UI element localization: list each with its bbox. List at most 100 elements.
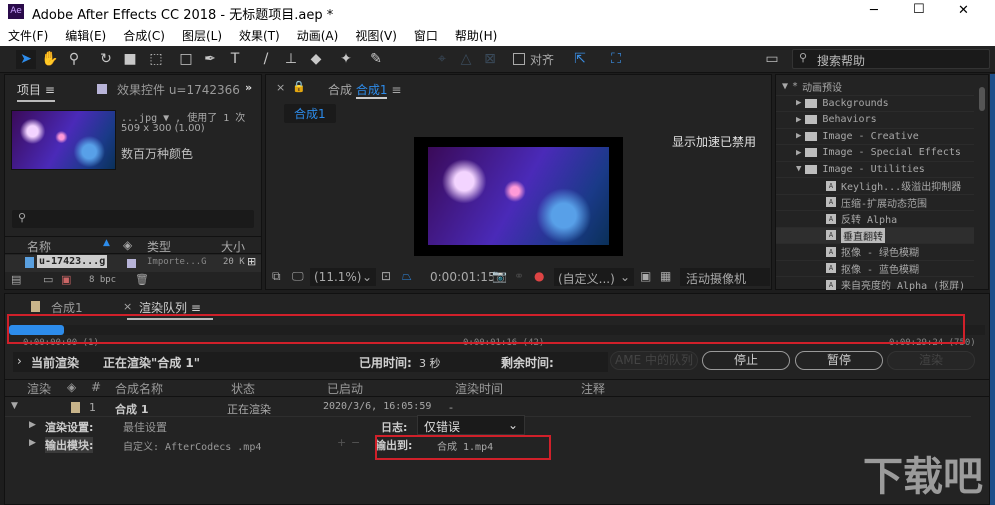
preset-item[interactable]: A 垂直翻转 bbox=[776, 227, 974, 244]
menu-file[interactable]: 文件(F) bbox=[8, 27, 48, 44]
breadcrumb-comp[interactable]: 合成1 bbox=[284, 104, 336, 123]
tab-effect-controls[interactable]: 效果控件 u=1742366 bbox=[117, 81, 240, 98]
minimize-button[interactable]: ─ bbox=[870, 3, 878, 18]
preset-folder[interactable]: ▶ Image - Special Effects bbox=[776, 145, 974, 162]
new-folder-icon[interactable]: ▭ bbox=[43, 273, 53, 286]
expand-icon[interactable]: ▶ bbox=[29, 438, 36, 448]
project-row[interactable]: u-17423...g Importe...G 20 K ⊞ bbox=[5, 255, 261, 272]
clone-stamp-tool-icon[interactable]: ⊥ bbox=[281, 50, 301, 69]
triangle-right-icon[interactable]: ▶ bbox=[796, 98, 801, 108]
preset-folder[interactable]: ▶ Backgrounds bbox=[776, 96, 974, 112]
brush-tool-icon[interactable]: / bbox=[256, 50, 276, 69]
help-search-input[interactable]: ⚲ 搜索帮助 bbox=[792, 49, 990, 69]
zoom-dropdown[interactable]: (11.1%) ⌄ bbox=[310, 268, 376, 286]
log-dropdown[interactable]: 仅错误 ⌄ bbox=[417, 415, 525, 435]
maximize-button[interactable]: ☐ bbox=[913, 2, 925, 17]
rectangle-tool-icon[interactable]: □ bbox=[176, 50, 196, 69]
tab-composition[interactable]: 合成 合成1 ≡ bbox=[328, 81, 401, 99]
panel-menu-icon[interactable]: ≡ bbox=[391, 83, 401, 97]
preset-item[interactable]: A Keyligh...级溢出抑制器 bbox=[776, 178, 974, 195]
expand-icon[interactable]: ▶ bbox=[29, 420, 36, 430]
menu-layer[interactable]: 图层(L) bbox=[182, 27, 222, 44]
preset-item[interactable]: A 反转 Alpha bbox=[776, 211, 974, 228]
monitor-icon[interactable]: 🖵 bbox=[292, 269, 304, 284]
more-panels-icon[interactable]: » bbox=[245, 81, 252, 94]
roto-brush-tool-icon[interactable]: ✦ bbox=[336, 50, 356, 69]
pause-button[interactable]: 暂停 bbox=[795, 351, 883, 370]
expand-icon[interactable]: › bbox=[17, 354, 22, 368]
column-number[interactable]: # bbox=[91, 380, 101, 394]
add-output-module-icon[interactable]: + bbox=[337, 436, 346, 449]
panel-menu-icon[interactable]: ≡ bbox=[45, 83, 55, 97]
item-name[interactable]: ...jpg ▼ , 使用了 1 次 bbox=[121, 109, 245, 124]
collapse-icon[interactable]: ▼ bbox=[11, 401, 18, 411]
eraser-tool-icon[interactable]: ◆ bbox=[306, 50, 326, 69]
output-module-value[interactable]: 自定义: AfterCodecs .mp4 bbox=[123, 438, 261, 453]
close-button[interactable]: ✕ bbox=[958, 3, 969, 18]
ame-queue-button[interactable]: AME 中的队列 bbox=[610, 351, 698, 370]
column-notes[interactable]: 注释 bbox=[581, 380, 605, 397]
snap-icon[interactable]: ⇱ bbox=[570, 50, 590, 69]
project-search-input[interactable]: ⚲ bbox=[12, 210, 254, 228]
column-name[interactable]: 名称 bbox=[27, 238, 51, 255]
column-started[interactable]: 已启动 bbox=[327, 380, 363, 397]
triangle-right-icon[interactable]: ▶ bbox=[796, 115, 801, 125]
text-tool-icon[interactable]: T bbox=[225, 50, 245, 69]
menu-window[interactable]: 窗口 bbox=[414, 27, 438, 44]
column-render[interactable]: 渲染 bbox=[27, 380, 51, 397]
hand-tool-icon[interactable]: ✋ bbox=[40, 50, 60, 69]
column-comp-name[interactable]: 合成名称 bbox=[115, 380, 163, 397]
lock-icon[interactable]: 🔒 bbox=[292, 80, 306, 93]
label-column-icon[interactable]: ◈ bbox=[123, 238, 132, 252]
region-of-interest-icon[interactable]: ⊡ bbox=[381, 269, 391, 283]
preset-root[interactable]: ▼ * 动画预设 bbox=[776, 79, 974, 96]
preset-item[interactable]: A 抠像 - 绿色模糊 bbox=[776, 244, 974, 261]
delete-icon[interactable]: 🗑 bbox=[135, 273, 149, 286]
pen-tool-icon[interactable]: ✒ bbox=[200, 50, 220, 69]
always-preview-icon[interactable]: ⧉ bbox=[272, 269, 281, 284]
transparency-grid-icon[interactable]: ⏢ bbox=[402, 269, 412, 284]
timecode[interactable]: 0:00:01:15 bbox=[430, 270, 496, 284]
snap-options-icon[interactable]: ⛶ bbox=[606, 50, 626, 69]
triangle-right-icon[interactable]: ▶ bbox=[796, 148, 801, 158]
puppet-pin-tool-icon[interactable]: ✎ bbox=[366, 50, 386, 69]
snapshot-icon[interactable]: 📷 bbox=[492, 269, 507, 283]
preset-item[interactable]: A 来自亮度的 Alpha (抠屏) bbox=[776, 277, 974, 294]
workspace-icon[interactable]: ▭ bbox=[762, 50, 782, 69]
new-composition-icon[interactable]: ▣ bbox=[61, 273, 71, 286]
column-status[interactable]: 状态 bbox=[231, 380, 255, 397]
flowchart-icon[interactable]: ⊞ bbox=[247, 255, 256, 268]
render-settings-value[interactable]: 最佳设置 bbox=[123, 419, 167, 435]
interpret-footage-icon[interactable]: ▤ bbox=[11, 273, 21, 286]
menu-animation[interactable]: 动画(A) bbox=[297, 27, 339, 44]
menu-composition[interactable]: 合成(C) bbox=[123, 27, 165, 44]
label-column-icon[interactable]: ◈ bbox=[67, 380, 76, 394]
triangle-down-icon[interactable]: ▼ bbox=[796, 164, 801, 174]
channel-icon[interactable]: ● bbox=[534, 269, 544, 283]
tab-project[interactable]: 项目 ≡ bbox=[17, 81, 55, 102]
close-tab-icon[interactable]: × bbox=[276, 81, 285, 94]
camera-dropdown[interactable]: 活动摄像机 bbox=[680, 268, 770, 286]
pan-behind-tool-icon[interactable]: ⬚ bbox=[146, 50, 166, 69]
preset-item[interactable]: A 压缩-扩展动态范围 bbox=[776, 195, 974, 211]
stop-button[interactable]: 停止 bbox=[702, 351, 790, 370]
resolution-dropdown[interactable]: (自定义...) ⌄ bbox=[554, 268, 634, 286]
preset-folder[interactable]: ▶ Image - Creative bbox=[776, 129, 974, 145]
bit-depth-button[interactable]: 8 bpc bbox=[89, 275, 116, 285]
zoom-tool-icon[interactable]: ⚲ bbox=[64, 50, 84, 69]
camera-tool-icon[interactable]: ■ bbox=[120, 50, 140, 69]
fast-previews-icon[interactable]: ▣ bbox=[640, 269, 651, 283]
triangle-right-icon[interactable]: ▶ bbox=[796, 131, 801, 141]
toggle-transparency-icon[interactable]: ▦ bbox=[660, 269, 671, 283]
column-type[interactable]: 类型 bbox=[147, 238, 171, 255]
render-button[interactable]: 渲染 bbox=[887, 351, 975, 370]
remove-output-module-icon[interactable]: − bbox=[351, 436, 360, 449]
comp-canvas[interactable] bbox=[414, 137, 623, 256]
menu-effect[interactable]: 效果(T) bbox=[239, 27, 280, 44]
preset-folder[interactable]: ▶ Behaviors bbox=[776, 112, 974, 129]
rotate-tool-icon[interactable]: ↻ bbox=[96, 50, 116, 69]
preset-item[interactable]: A 抠像 - 蓝色模糊 bbox=[776, 261, 974, 277]
panel-menu-icon[interactable]: ≡ bbox=[191, 301, 201, 315]
preset-folder[interactable]: ▼ Image - Utilities bbox=[776, 162, 974, 178]
align-checkbox[interactable] bbox=[513, 53, 525, 65]
